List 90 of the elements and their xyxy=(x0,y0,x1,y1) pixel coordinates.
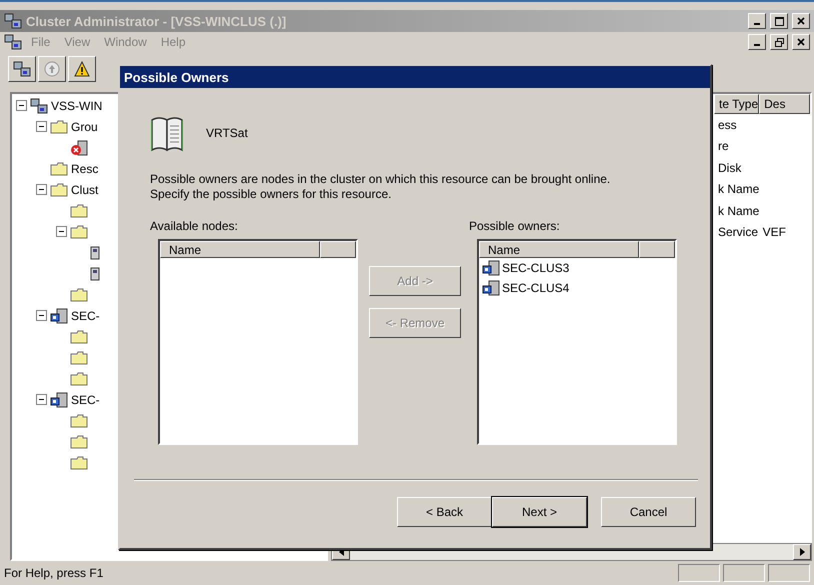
list-cell-text: re xyxy=(717,139,730,154)
scroll-right-button[interactable] xyxy=(793,544,811,560)
tree-item-label[interactable]: VSS-WIN xyxy=(51,98,102,112)
server-cluster-icon xyxy=(30,98,48,114)
server-cluster-icon xyxy=(13,61,31,77)
list-cell-text: VEF xyxy=(762,225,787,240)
folder-icon xyxy=(70,224,88,238)
toolbar-button[interactable] xyxy=(38,56,66,82)
column-header[interactable]: Des xyxy=(759,94,810,114)
collapse-toggle[interactable] xyxy=(36,394,47,405)
server-icon xyxy=(50,392,68,408)
tree-item-label[interactable]: SEC- xyxy=(71,392,100,406)
server-error-icon xyxy=(70,140,88,156)
list-cell-text: k Name xyxy=(717,182,760,196)
tree-item-label[interactable]: Resc xyxy=(71,162,98,176)
next-button[interactable]: Next > xyxy=(492,497,587,527)
folder-icon xyxy=(70,288,88,302)
maximize-icon xyxy=(774,16,784,26)
close-icon xyxy=(797,38,805,46)
folder-icon xyxy=(70,350,88,364)
folder-icon xyxy=(70,330,88,344)
status-panel xyxy=(768,564,810,582)
back-button[interactable]: < Back xyxy=(397,497,492,527)
column-header-blank xyxy=(320,241,356,258)
right-arrow-icon xyxy=(800,548,804,556)
list-cell-text: k Name xyxy=(717,204,760,218)
status-text: For Help, press F1 xyxy=(4,566,104,580)
close-icon xyxy=(797,17,805,25)
available-nodes-label: Available nodes: xyxy=(150,219,239,233)
minus-icon xyxy=(38,312,45,319)
column-header[interactable]: Name xyxy=(160,241,320,258)
server-icon xyxy=(482,280,500,296)
arrow-up-icon xyxy=(44,61,60,77)
minimize-button[interactable] xyxy=(748,13,766,29)
book-icon xyxy=(150,114,184,152)
list-cell-text: Disk xyxy=(717,160,742,175)
toolbar-button[interactable] xyxy=(8,56,36,82)
dialog-title: Possible Owners xyxy=(120,66,710,88)
folder-icon xyxy=(70,434,88,448)
minus-icon xyxy=(38,186,45,193)
collapse-toggle[interactable] xyxy=(36,184,47,195)
restore-button[interactable] xyxy=(770,34,788,50)
network-icon xyxy=(90,266,100,280)
possible-owners-label: Possible owners: xyxy=(469,219,561,233)
node-name[interactable]: SEC-CLUS3 xyxy=(502,261,570,275)
close-button[interactable] xyxy=(792,34,810,50)
tree-item-label[interactable]: Clust xyxy=(71,182,98,196)
collapse-toggle[interactable] xyxy=(36,121,47,132)
minus-icon xyxy=(38,396,45,403)
collapse-toggle[interactable] xyxy=(16,100,27,111)
warning-icon xyxy=(74,61,90,77)
folder-icon xyxy=(70,414,88,428)
minus-icon xyxy=(38,123,45,130)
server-icon xyxy=(50,308,68,324)
column-header[interactable]: Name xyxy=(479,241,639,258)
minus-icon xyxy=(58,228,65,235)
server-icon xyxy=(482,260,500,276)
restore-icon xyxy=(774,38,784,46)
folder-icon xyxy=(70,204,88,218)
folder-icon xyxy=(70,456,88,470)
window-title: Cluster Administrator - [VSS-WINCLUS (.)] xyxy=(26,14,288,28)
app-icon xyxy=(4,13,22,29)
node-name[interactable]: SEC-CLUS4 xyxy=(502,281,570,295)
maximize-button[interactable] xyxy=(770,13,788,29)
column-header[interactable]: te Type xyxy=(714,94,760,114)
folder-icon xyxy=(50,162,68,176)
status-panel xyxy=(723,564,765,582)
list-cell-text: Service xyxy=(717,225,759,240)
tree-item-label[interactable]: Grou xyxy=(71,120,98,134)
resource-name: VRTSat xyxy=(206,126,248,140)
minus-icon xyxy=(18,102,25,109)
collapse-toggle[interactable] xyxy=(56,226,67,237)
folder-icon xyxy=(50,182,68,196)
minimize-button[interactable] xyxy=(748,34,766,50)
network-icon xyxy=(90,246,100,260)
close-button[interactable] xyxy=(792,13,810,29)
column-header-blank xyxy=(639,241,675,258)
description-text: Possible owners are nodes in the cluster on which this resource can be brought online. xyxy=(150,172,612,186)
folder-icon xyxy=(70,372,88,386)
status-panel xyxy=(678,564,720,582)
available-nodes-list[interactable]: Name xyxy=(158,239,358,445)
document-icon xyxy=(4,34,22,50)
possible-owners-list[interactable]: Name SEC-CLUS3 SEC-CLUS4 xyxy=(477,239,677,445)
cancel-button[interactable]: Cancel xyxy=(601,497,696,527)
toolbar-button[interactable] xyxy=(68,56,96,82)
tree-item-label[interactable]: SEC- xyxy=(71,308,100,322)
collapse-toggle[interactable] xyxy=(36,310,47,321)
description-text: Specify the possible owners for this resource. xyxy=(150,187,392,201)
list-cell-text: ess xyxy=(717,118,738,132)
folder-icon xyxy=(50,120,68,134)
